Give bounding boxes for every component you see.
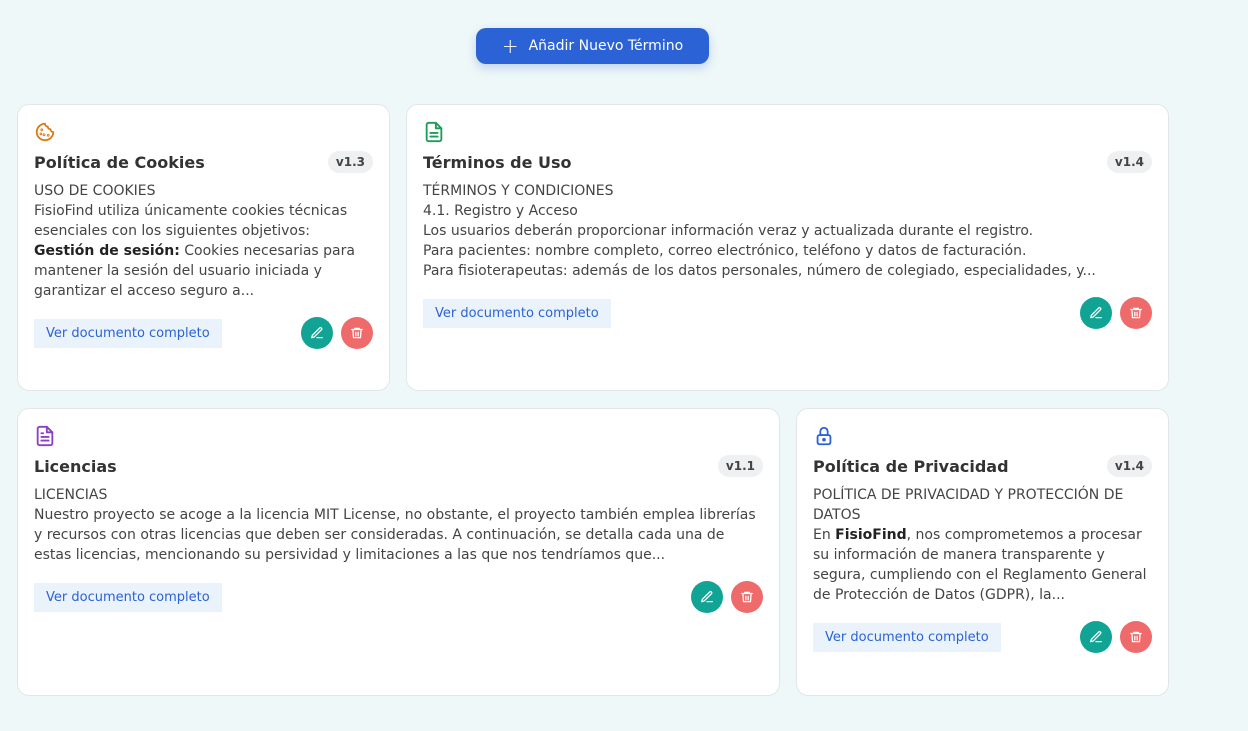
view-document-link[interactable]: Ver documento completo [423,298,611,328]
view-document-link[interactable]: Ver documento completo [34,582,222,612]
card-title: Política de Cookies [34,152,205,172]
card-title: Política de Privacidad [813,456,1009,476]
bold-lead: Gestión de sesión: [34,243,180,259]
delete-button[interactable] [1120,297,1152,329]
edit-icon [1090,307,1102,319]
body-line: Para fisioterapeutas: además de los dato… [423,263,1096,279]
body-line: Gestión de sesión: Cookies necesarias pa… [34,241,373,301]
delete-button[interactable] [341,317,373,349]
trash-icon [1130,631,1142,643]
body-pre: En [813,527,836,543]
body-line: Para pacientes: nombre completo, correo … [423,243,1027,259]
edit-icon [1090,631,1102,643]
body-line: 4.1. Registro y Acceso [423,203,578,219]
license-document-icon [34,425,56,447]
card-title: Licencias [34,456,117,476]
add-term-label: Añadir Nuevo Término [528,38,684,54]
view-document-link[interactable]: Ver documento completo [34,318,222,348]
document-icon [423,121,445,143]
view-document-link[interactable]: Ver documento completo [813,622,1001,652]
card-body: USO DE COOKIES FisioFind utiliza únicame… [34,181,373,301]
bold-word: FisioFind [835,527,907,543]
card-cookies: Política de Cookies v1.3 USO DE COOKIES … [17,104,390,391]
body-line: USO DE COOKIES [34,183,156,199]
edit-icon [311,327,323,339]
card-terms: Términos de Uso v1.4 TÉRMINOS Y CONDICIO… [406,104,1169,391]
add-term-button[interactable]: + Añadir Nuevo Término [476,28,709,64]
body-line: Los usuarios deberán proporcionar inform… [423,223,1034,239]
trash-icon [741,591,753,603]
body-line: TÉRMINOS Y CONDICIONES [423,183,614,199]
card-licenses: Licencias v1.1 LICENCIAS Nuestro proyect… [17,408,780,696]
edit-button[interactable] [691,581,723,613]
delete-button[interactable] [1120,621,1152,653]
version-badge: v1.4 [1106,151,1152,173]
body-line: En FisioFind, nos comprometemos a proces… [813,525,1152,605]
card-privacy: Política de Privacidad v1.4 POLÍTICA DE … [796,408,1169,696]
body-line: FisioFind utiliza únicamente cookies téc… [34,203,348,239]
version-badge: v1.1 [717,455,763,477]
card-body: POLÍTICA DE PRIVACIDAD Y PROTECCIÓN DE D… [813,485,1152,605]
edit-icon [701,591,713,603]
version-badge: v1.3 [327,151,373,173]
edit-button[interactable] [301,317,333,349]
cookie-icon [34,121,56,143]
card-title: Términos de Uso [423,152,572,172]
trash-icon [1130,307,1142,319]
edit-button[interactable] [1080,621,1112,653]
body-line: Nuestro proyecto se acoge a la licencia … [34,507,756,563]
lock-icon [813,425,835,447]
version-badge: v1.4 [1106,455,1152,477]
card-body: TÉRMINOS Y CONDICIONES 4.1. Registro y A… [423,181,1152,281]
plus-icon: + [501,34,519,58]
delete-button[interactable] [731,581,763,613]
edit-button[interactable] [1080,297,1112,329]
card-body: LICENCIAS Nuestro proyecto se acoge a la… [34,485,763,565]
body-line: POLÍTICA DE PRIVACIDAD Y PROTECCIÓN DE D… [813,487,1124,523]
body-line: LICENCIAS [34,487,108,503]
trash-icon [351,327,363,339]
